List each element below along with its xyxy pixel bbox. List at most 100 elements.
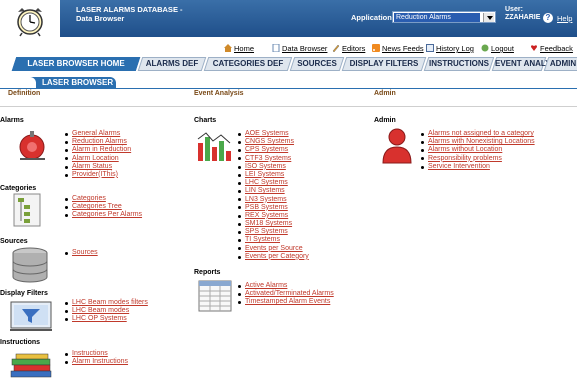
logout-link[interactable]: Logout: [481, 44, 514, 53]
link-categories-per-alarms[interactable]: Categories Per Alarms: [72, 211, 142, 218]
list-item[interactable]: LHC Beam modes filters: [64, 299, 148, 307]
tab-laser-browser-home[interactable]: LASER BROWSER HOME: [11, 57, 141, 71]
tab-instructions[interactable]: INSTRUCTIONS: [423, 57, 495, 71]
link-alarm-status[interactable]: Alarm Status: [72, 163, 112, 170]
list-item[interactable]: Service Intervention: [420, 163, 535, 171]
list-item[interactable]: General Alarms: [64, 130, 131, 138]
list-item[interactable]: LEI Systems: [237, 171, 309, 179]
link-chart-sm18[interactable]: SM18 Systems: [245, 220, 292, 227]
history-log-link[interactable]: History Log: [426, 44, 474, 53]
link-alarm-instructions[interactable]: Alarm Instructions: [72, 358, 128, 365]
list-item[interactable]: Instructions: [64, 350, 128, 358]
tab-alarms-def[interactable]: ALARMS DEF: [137, 57, 207, 71]
link-categories[interactable]: Categories: [72, 195, 106, 202]
application-select[interactable]: Reduction Alarms: [392, 11, 496, 23]
list-item[interactable]: Active Alarms: [237, 282, 334, 290]
list-item[interactable]: Alarms without Location: [420, 146, 535, 154]
link-chart-lin[interactable]: LIN Systems: [245, 187, 285, 194]
link-active-alarms[interactable]: Active Alarms: [245, 282, 287, 289]
link-chart-rex[interactable]: REX Systems: [245, 212, 288, 219]
link-alarm-in-reduction[interactable]: Alarm in Reduction: [72, 146, 131, 153]
news-feeds-link[interactable]: News Feeds: [372, 44, 424, 53]
tab-admin[interactable]: ADMIN: [543, 57, 577, 71]
list-item[interactable]: ISO Systems: [237, 163, 309, 171]
list-item[interactable]: AOE Systems: [237, 130, 309, 138]
list-item[interactable]: LHC OP Systems: [64, 315, 148, 323]
section-headers: Definition Event Analysis Admin: [0, 89, 577, 99]
application-select-value: Reduction Alarms: [394, 13, 480, 22]
list-item[interactable]: Provider(IThis): [64, 171, 131, 179]
link-chart-ti[interactable]: TI Systems: [245, 236, 280, 243]
list-item[interactable]: LN3 Systems: [237, 196, 309, 204]
help-icon[interactable]: ?: [543, 13, 553, 23]
list-item[interactable]: Alarms with Nonexisting Locations: [420, 138, 535, 146]
list-item[interactable]: LHC Systems: [237, 179, 309, 187]
link-general-alarms[interactable]: General Alarms: [72, 130, 120, 137]
chevron-down-icon[interactable]: [483, 13, 494, 22]
link-alarm-location[interactable]: Alarm Location: [72, 155, 119, 162]
link-alarms-nonexisting-locations[interactable]: Alarms with Nonexisting Locations: [428, 138, 535, 145]
link-alarms-without-location[interactable]: Alarms without Location: [428, 146, 502, 153]
link-instructions[interactable]: Instructions: [72, 350, 108, 357]
link-provider[interactable]: Provider(IThis): [72, 171, 118, 178]
link-chart-cngs[interactable]: CNGS Systems: [245, 138, 294, 145]
data-browser-link[interactable]: Data Browser: [272, 44, 327, 53]
link-chart-lei[interactable]: LEI Systems: [245, 171, 284, 178]
help-link[interactable]: Help: [557, 14, 572, 23]
link-alarms-not-assigned[interactable]: Alarms not assigned to a category: [428, 130, 534, 137]
tab-display-filters[interactable]: DISPLAY FILTERS: [341, 57, 427, 71]
link-lhc-op-systems[interactable]: LHC OP Systems: [72, 315, 127, 322]
link-sources[interactable]: Sources: [72, 249, 98, 256]
list-item[interactable]: REX Systems: [237, 212, 309, 220]
list-item[interactable]: Categories Tree: [64, 203, 142, 211]
list-item[interactable]: Categories: [64, 195, 142, 203]
link-reduction-alarms[interactable]: Reduction Alarms: [72, 138, 127, 145]
link-activated-terminated-alarms[interactable]: Activated/Terminated Alarms: [245, 290, 334, 297]
link-lhc-beam-modes-filters[interactable]: LHC Beam modes filters: [72, 299, 148, 306]
list-item[interactable]: Alarm Location: [64, 155, 131, 163]
link-events-per-source[interactable]: Events per Source: [245, 245, 303, 252]
link-chart-cps[interactable]: CPS Systems: [245, 146, 288, 153]
list-item[interactable]: Alarms not assigned to a category: [420, 130, 535, 138]
list-item[interactable]: PSB Systems: [237, 204, 309, 212]
tab-event-analysis[interactable]: EVENT ANALYSIS: [491, 57, 563, 71]
link-lhc-beam-modes[interactable]: LHC Beam modes: [72, 307, 129, 314]
list-item[interactable]: Sources: [64, 249, 98, 257]
tab-sources[interactable]: SOURCES: [289, 57, 345, 71]
editors-link[interactable]: Editors: [332, 44, 365, 53]
link-chart-iso[interactable]: ISO Systems: [245, 163, 286, 170]
list-item[interactable]: LIN Systems: [237, 187, 309, 195]
link-events-per-category[interactable]: Events per Category: [245, 253, 309, 260]
list-item[interactable]: Alarm Status: [64, 163, 131, 171]
list-item[interactable]: Categories Per Alarms: [64, 211, 142, 219]
list-item[interactable]: Timestamped Alarm Events: [237, 298, 334, 306]
list-item[interactable]: CNGS Systems: [237, 138, 309, 146]
link-categories-tree[interactable]: Categories Tree: [72, 203, 122, 210]
list-item[interactable]: TI Systems: [237, 236, 309, 244]
tab-categories-def[interactable]: CATEGORIES DEF: [203, 57, 293, 71]
list-item[interactable]: Events per Source: [237, 245, 309, 253]
link-chart-ctf3[interactable]: CTF3 Systems: [245, 155, 291, 162]
link-chart-psb[interactable]: PSB Systems: [245, 204, 288, 211]
link-chart-sps[interactable]: SPS Systems: [245, 228, 288, 235]
link-chart-aoe[interactable]: AOE Systems: [245, 130, 289, 137]
list-item[interactable]: CPS Systems: [237, 146, 309, 154]
home-link[interactable]: Home: [224, 44, 254, 53]
list-item[interactable]: Alarm in Reduction: [64, 146, 131, 154]
feedback-link[interactable]: Feedback: [530, 44, 573, 53]
link-chart-ln3[interactable]: LN3 Systems: [245, 196, 287, 203]
link-chart-lhc[interactable]: LHC Systems: [245, 179, 288, 186]
list-item[interactable]: CTF3 Systems: [237, 155, 309, 163]
link-responsibility-problems[interactable]: Responsibility problems: [428, 155, 502, 162]
list-item[interactable]: Alarm Instructions: [64, 358, 128, 366]
list-item[interactable]: LHC Beam modes: [64, 307, 148, 315]
list-item[interactable]: Reduction Alarms: [64, 138, 131, 146]
list-item[interactable]: Events per Category: [237, 253, 309, 261]
list-item[interactable]: Activated/Terminated Alarms: [237, 290, 334, 298]
list-item[interactable]: SPS Systems: [237, 228, 309, 236]
link-service-intervention[interactable]: Service Intervention: [428, 163, 490, 170]
application-label: Application :: [351, 13, 397, 22]
link-timestamped-alarm-events[interactable]: Timestamped Alarm Events: [245, 298, 330, 305]
list-item[interactable]: SM18 Systems: [237, 220, 309, 228]
list-item[interactable]: Responsibility problems: [420, 155, 535, 163]
